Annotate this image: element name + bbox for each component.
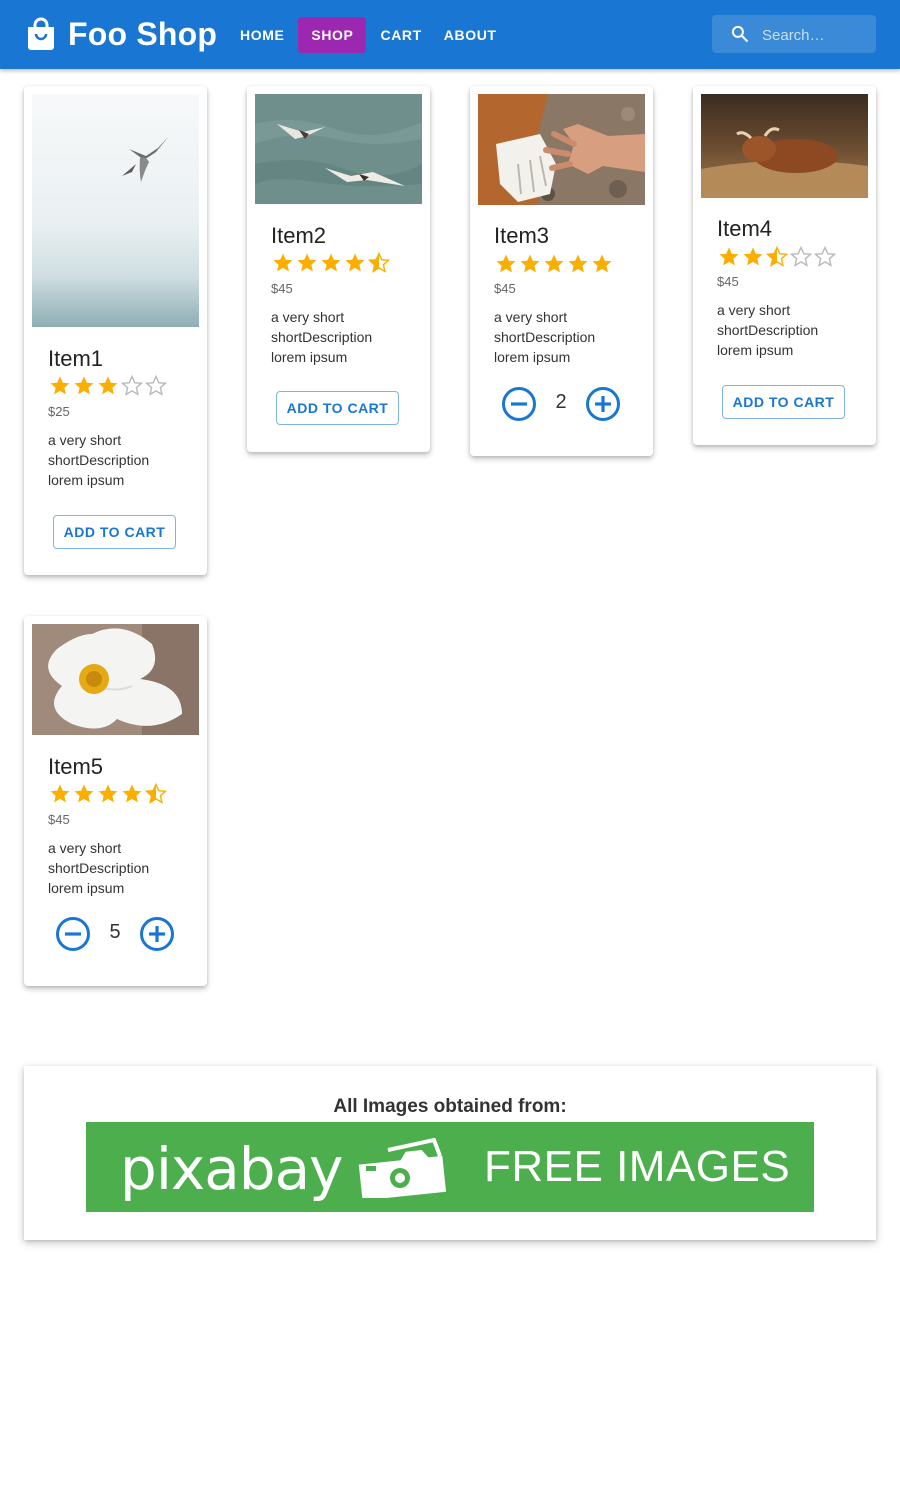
star-icon[interactable] bbox=[72, 374, 96, 398]
product-image bbox=[32, 94, 199, 327]
quantity-value: 2 bbox=[555, 391, 567, 413]
star-icon[interactable] bbox=[319, 251, 343, 275]
product-price: $45 bbox=[271, 281, 293, 296]
star-outline-icon[interactable] bbox=[144, 374, 168, 398]
product-price: $45 bbox=[48, 812, 70, 827]
product-image bbox=[255, 94, 422, 204]
camera-icon bbox=[358, 1138, 447, 1198]
star-half-icon[interactable] bbox=[144, 782, 168, 806]
product-title: Item2 bbox=[271, 223, 327, 248]
pixabay-logo: pixabay bbox=[120, 1135, 343, 1203]
star-icon[interactable] bbox=[566, 252, 590, 276]
product-title: Item4 bbox=[717, 216, 773, 241]
star-icon[interactable] bbox=[96, 782, 120, 806]
star-outline-icon[interactable] bbox=[789, 245, 813, 269]
star-icon[interactable] bbox=[343, 251, 367, 275]
product-price: $45 bbox=[717, 274, 739, 289]
product-description: a very short shortDescription lorem ipsu… bbox=[717, 302, 819, 358]
product-price: $25 bbox=[48, 404, 70, 419]
star-outline-icon[interactable] bbox=[813, 245, 837, 269]
star-half-icon[interactable] bbox=[765, 245, 789, 269]
star-half-icon[interactable] bbox=[367, 251, 391, 275]
product-card: Item1 $25 a very short shortDescription … bbox=[24, 86, 207, 575]
rating-stars[interactable] bbox=[48, 374, 168, 398]
product-description: a very short shortDescription lorem ipsu… bbox=[48, 840, 150, 896]
add-to-cart-button[interactable]: ADD TO CART bbox=[276, 391, 399, 425]
add-to-cart-button[interactable]: ADD TO CART bbox=[722, 385, 845, 419]
free-images-text: FREE IMAGES bbox=[484, 1142, 791, 1191]
add-circle-icon[interactable] bbox=[584, 385, 622, 423]
product-card: Item4 $45 a very short shortDescription … bbox=[693, 86, 876, 445]
credits-title: All Images obtained from: bbox=[333, 1096, 567, 1117]
nav-cart-button[interactable]: CART bbox=[372, 17, 429, 53]
star-icon[interactable] bbox=[72, 782, 96, 806]
nav-home-button[interactable]: HOME bbox=[232, 17, 292, 53]
shopping-bag-icon bbox=[28, 17, 54, 50]
product-title: Item1 bbox=[48, 346, 104, 371]
remove-circle-icon[interactable] bbox=[54, 915, 92, 953]
star-icon[interactable] bbox=[542, 252, 566, 276]
star-icon[interactable] bbox=[271, 251, 295, 275]
image-credits-footer: All Images obtained from: pixabay FREE I… bbox=[24, 1066, 876, 1240]
app-title: Foo Shop bbox=[68, 15, 218, 52]
search-box bbox=[712, 15, 876, 55]
product-title: Item3 bbox=[494, 223, 550, 248]
star-icon[interactable] bbox=[48, 782, 72, 806]
star-icon[interactable] bbox=[741, 245, 765, 269]
product-title: Item5 bbox=[48, 754, 104, 779]
product-image bbox=[478, 94, 645, 205]
product-image bbox=[32, 624, 199, 735]
search-input[interactable] bbox=[760, 15, 874, 55]
quantity-value: 5 bbox=[109, 921, 121, 943]
product-card: Item2 $45 a very short shortDescription … bbox=[247, 86, 430, 452]
app-bar: Foo Shop HOME SHOP CART ABOUT bbox=[0, 0, 900, 69]
nav-shop-button[interactable]: SHOP bbox=[298, 17, 367, 53]
search-icon bbox=[731, 25, 749, 43]
star-icon[interactable] bbox=[48, 374, 72, 398]
remove-circle-icon[interactable] bbox=[500, 385, 538, 423]
star-icon[interactable] bbox=[96, 374, 120, 398]
product-description: a very short shortDescription lorem ipsu… bbox=[494, 309, 596, 365]
star-icon[interactable] bbox=[590, 252, 614, 276]
pixabay-banner[interactable]: pixabay FREE IMAGES bbox=[86, 1122, 814, 1212]
star-icon[interactable] bbox=[295, 251, 319, 275]
star-icon[interactable] bbox=[494, 252, 518, 276]
main-nav: HOME SHOP CART ABOUT bbox=[232, 17, 511, 53]
product-description: a very short shortDescription lorem ipsu… bbox=[48, 432, 150, 488]
quantity-stepper: 2 bbox=[470, 383, 653, 423]
product-price: $45 bbox=[494, 281, 516, 296]
product-card: Item5 $45 a very short shortDescription … bbox=[24, 616, 207, 986]
add-to-cart-button[interactable]: ADD TO CART bbox=[53, 515, 176, 549]
quantity-stepper: 5 bbox=[24, 913, 207, 953]
star-icon[interactable] bbox=[518, 252, 542, 276]
rating-stars[interactable] bbox=[494, 252, 614, 276]
star-icon[interactable] bbox=[717, 245, 741, 269]
star-outline-icon[interactable] bbox=[120, 374, 144, 398]
brand[interactable]: Foo Shop bbox=[26, 14, 217, 54]
product-description: a very short shortDescription lorem ipsu… bbox=[271, 309, 373, 365]
rating-stars[interactable] bbox=[717, 245, 837, 269]
rating-stars[interactable] bbox=[48, 782, 168, 806]
product-card: Item3 $45 a very short shortDescription … bbox=[470, 86, 653, 456]
add-circle-icon[interactable] bbox=[138, 915, 176, 953]
product-image bbox=[701, 94, 868, 198]
rating-stars[interactable] bbox=[271, 251, 391, 275]
nav-about-button[interactable]: ABOUT bbox=[436, 17, 505, 53]
star-icon[interactable] bbox=[120, 782, 144, 806]
